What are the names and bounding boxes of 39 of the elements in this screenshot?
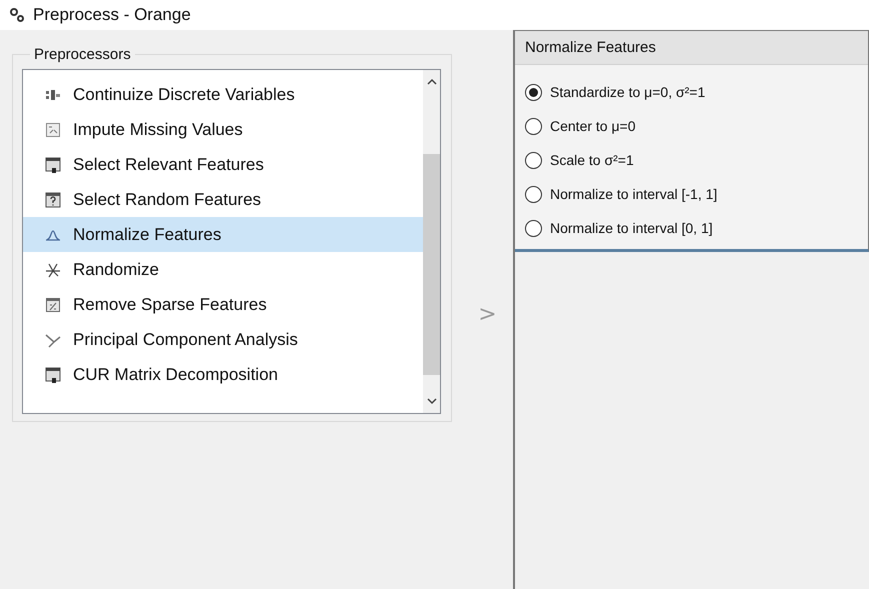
list-item[interactable]: CUR Matrix Decomposition — [23, 357, 423, 392]
group-title: Preprocessors — [33, 46, 132, 63]
radio-button[interactable] — [525, 84, 542, 100]
radio-button[interactable] — [525, 118, 542, 134]
radio-button[interactable] — [525, 152, 542, 168]
sparse-table-icon — [45, 296, 61, 312]
list-item[interactable]: Select Random Features — [23, 182, 423, 217]
option-label: Scale to σ²=1 — [550, 152, 634, 168]
radio-option[interactable]: Normalize to interval [-1, 1] — [525, 177, 858, 211]
gears-icon — [9, 7, 25, 23]
list-item[interactable]: Principal Component Analysis — [23, 322, 423, 357]
window-title: Preprocess - Orange — [33, 5, 191, 25]
list-item[interactable]: Remove Sparse Features — [23, 287, 423, 322]
table-icon — [45, 366, 61, 382]
list-item[interactable]: Select Relevant Features — [23, 147, 423, 182]
question-icon — [45, 192, 61, 208]
radio-option[interactable]: Normalize to interval [0, 1] — [525, 211, 858, 245]
option-label: Normalize to interval [-1, 1] — [550, 186, 718, 202]
option-label: Standardize to μ=0, σ²=1 — [550, 84, 706, 100]
pca-icon — [45, 332, 61, 348]
radio-option[interactable]: Center to μ=0 — [525, 109, 858, 143]
radio-button[interactable] — [525, 220, 542, 236]
table-icon — [45, 156, 61, 172]
scroll-thumb[interactable] — [423, 154, 440, 375]
list-item[interactable]: Continuize Discrete Variables — [23, 77, 423, 112]
scroll-down-icon[interactable] — [426, 397, 436, 405]
list-item[interactable]: Impute Missing Values — [23, 112, 423, 147]
option-label: Normalize to interval [0, 1] — [550, 220, 713, 236]
editor-header: Normalize Features — [515, 31, 868, 65]
list-item[interactable]: Randomize — [23, 252, 423, 287]
radio-option[interactable]: Scale to σ²=1 — [525, 143, 858, 177]
list-item[interactable]: Normalize Features — [23, 217, 423, 252]
scrollbar[interactable] — [423, 70, 440, 413]
option-label: Center to μ=0 — [550, 118, 636, 134]
scatter-cross-icon — [45, 262, 61, 278]
scroll-up-icon[interactable] — [426, 78, 436, 86]
radio-option[interactable]: Standardize to μ=0, σ²=1 — [525, 75, 858, 109]
grid-icon — [45, 122, 61, 138]
radio-button[interactable] — [525, 186, 542, 202]
